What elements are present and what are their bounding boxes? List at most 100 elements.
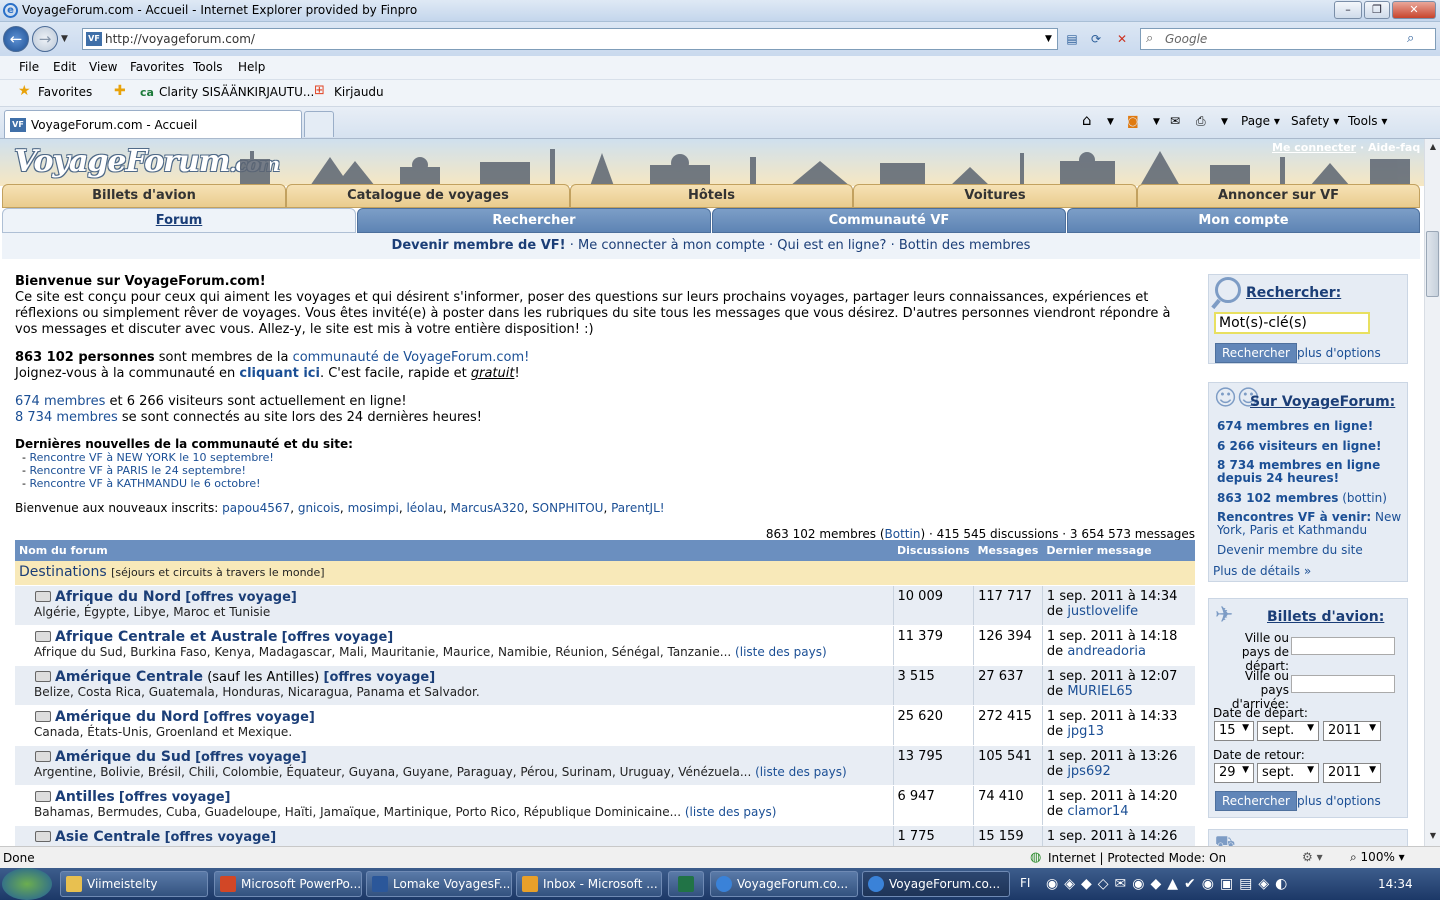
about-last24[interactable]: 8 734 membres en ligne depuis 24 heures! bbox=[1217, 459, 1397, 485]
menu-file[interactable]: File bbox=[19, 60, 39, 74]
feeds-dropdown-icon[interactable]: ▼ bbox=[1153, 117, 1160, 127]
system-tray-icons[interactable]: ◉◈◆◇✉◉◆▲✔◉▣▤◈◐ bbox=[1046, 876, 1293, 892]
back-button[interactable]: ← bbox=[3, 26, 29, 52]
arrival-city-input[interactable] bbox=[1291, 675, 1395, 693]
return-day-select[interactable]: 29 ▼ bbox=[1214, 763, 1254, 783]
about-meetups-label[interactable]: Rencontres VF à venir: bbox=[1217, 510, 1371, 524]
member-directory-link[interactable]: Bottin des membres bbox=[899, 238, 1031, 253]
taskbar-button-ie-2[interactable]: VoyageForum.co... bbox=[862, 871, 1010, 897]
language-indicator[interactable]: FI bbox=[1020, 876, 1030, 890]
nav-catalogue[interactable]: Catalogue de voyages bbox=[286, 184, 570, 208]
offers-link[interactable]: [offres voyage] bbox=[165, 830, 277, 845]
offers-link[interactable]: [offres voyage] bbox=[203, 710, 315, 725]
offers-link[interactable]: [offres voyage] bbox=[195, 750, 307, 765]
forum-link[interactable]: Amérique du Nord bbox=[55, 709, 199, 725]
taskbar-button-powerpoint[interactable]: Microsoft PowerPo... bbox=[214, 871, 362, 897]
last-message-date[interactable]: 1 sep. 2011 à 14:33 bbox=[1047, 709, 1177, 724]
login-account-link[interactable]: Me connecter à mon compte bbox=[578, 238, 765, 253]
menu-tools[interactable]: Tools bbox=[193, 60, 223, 74]
departure-month-select[interactable]: sept. ▼ bbox=[1257, 721, 1319, 741]
print-dropdown-icon[interactable]: ▼ bbox=[1221, 117, 1228, 127]
page-menu[interactable]: Page ▾ bbox=[1241, 114, 1280, 128]
last-message-user[interactable]: jpg13 bbox=[1067, 724, 1104, 739]
home-icon[interactable]: ⌂ bbox=[1082, 111, 1092, 129]
forum-link[interactable]: Amérique Centrale bbox=[55, 669, 203, 685]
last-message-date[interactable]: 1 sep. 2011 à 14:34 bbox=[1047, 589, 1177, 604]
vertical-scrollbar[interactable]: ▲ ▼ bbox=[1424, 139, 1440, 846]
nav-cars[interactable]: Voitures bbox=[853, 184, 1137, 208]
search-go-icon[interactable]: ⌕ bbox=[1407, 31, 1414, 46]
browser-tab-active[interactable]: VF VoyageForum.com - Accueil bbox=[4, 110, 302, 138]
about-more-details-link[interactable]: Plus de détails » bbox=[1213, 564, 1311, 578]
safety-menu[interactable]: Safety ▾ bbox=[1291, 114, 1339, 128]
zoom-control[interactable]: ⌕ 100% ▾ bbox=[1350, 850, 1405, 865]
forum-link[interactable]: Amérique du Sud bbox=[55, 749, 191, 765]
close-window-button[interactable]: ✕ bbox=[1392, 1, 1436, 19]
keyword-input[interactable]: Mot(s)-clé(s) bbox=[1214, 312, 1370, 334]
last-message-user[interactable]: justlovelife bbox=[1067, 604, 1138, 619]
flights-search-button[interactable]: Rechercher bbox=[1215, 791, 1297, 811]
nav-hotels[interactable]: Hôtels bbox=[570, 184, 853, 208]
tab-my-account[interactable]: Mon compte bbox=[1067, 208, 1420, 233]
address-bar[interactable]: VF http://voyageforum.com/ ▼ bbox=[82, 28, 1058, 50]
scroll-up-icon[interactable]: ▲ bbox=[1427, 142, 1439, 154]
nav-flights[interactable]: Billets d'avion bbox=[2, 184, 286, 208]
taskbar-button-outlook[interactable]: Inbox - Microsoft ... bbox=[516, 871, 662, 897]
menu-view[interactable]: View bbox=[89, 60, 117, 74]
new-member-link[interactable]: MarcusA320 bbox=[450, 501, 524, 515]
offers-link[interactable]: [offres voyage] bbox=[324, 670, 436, 685]
login-link[interactable]: Me connecter bbox=[1272, 141, 1356, 154]
new-member-link[interactable]: SONPHITOU bbox=[532, 501, 603, 515]
about-become-member-link[interactable]: Devenir membre du site bbox=[1217, 543, 1363, 557]
zone-text[interactable]: Internet | Protected Mode: On bbox=[1048, 851, 1226, 865]
menu-help[interactable]: Help bbox=[238, 60, 265, 74]
members-online-link[interactable]: 674 membres bbox=[15, 394, 105, 409]
taskbar-button-word[interactable]: Lomake VoyagesF... bbox=[366, 871, 512, 897]
maximize-button[interactable]: ❐ bbox=[1364, 1, 1390, 19]
stop-icon[interactable]: ✕ bbox=[1112, 29, 1132, 49]
menu-edit[interactable]: Edit bbox=[53, 60, 76, 74]
scroll-down-icon[interactable]: ▼ bbox=[1427, 831, 1439, 843]
new-member-link[interactable]: mosimpi bbox=[348, 501, 399, 515]
forum-link[interactable]: Afrique Centrale et Australe bbox=[55, 629, 277, 645]
taskbar-button-folder[interactable]: Viimeistelty bbox=[60, 871, 208, 897]
country-list-link[interactable]: (liste des pays) bbox=[755, 765, 847, 779]
country-list-link[interactable]: (liste des pays) bbox=[685, 805, 777, 819]
last-message-date[interactable]: 1 sep. 2011 à 14:20 bbox=[1047, 789, 1177, 804]
last-message-date[interactable]: 1 sep. 2011 à 14:18 bbox=[1047, 629, 1177, 644]
become-member-link[interactable]: Devenir membre de VF! bbox=[392, 238, 566, 253]
taskbar-button-excel[interactable] bbox=[668, 871, 704, 897]
help-link[interactable]: Aide-faq bbox=[1368, 141, 1420, 154]
who-online-link[interactable]: Qui est en ligne? bbox=[777, 238, 886, 253]
tab-forum[interactable]: Forum bbox=[2, 208, 356, 233]
departure-city-input[interactable] bbox=[1291, 637, 1395, 655]
home-dropdown-icon[interactable]: ▼ bbox=[1107, 117, 1114, 127]
read-mail-icon[interactable]: ✉ bbox=[1170, 114, 1180, 128]
news-item-paris[interactable]: Rencontre VF à PARIS le 24 septembre! bbox=[29, 464, 245, 477]
history-dropdown-icon[interactable]: ▼ bbox=[61, 34, 68, 44]
scrollbar-thumb[interactable] bbox=[1426, 231, 1439, 297]
tab-search[interactable]: Rechercher bbox=[357, 208, 711, 233]
minimize-button[interactable]: – bbox=[1334, 1, 1362, 19]
community-link[interactable]: communauté de VoyageForum.com! bbox=[293, 350, 530, 365]
stats-bottin-link[interactable]: Bottin bbox=[885, 527, 921, 541]
last-message-date[interactable]: 1 sep. 2011 à 13:26 bbox=[1047, 749, 1177, 764]
about-bottin-link[interactable]: (bottin) bbox=[1342, 491, 1387, 505]
start-button[interactable] bbox=[2, 868, 52, 900]
sidebar-search-more-link[interactable]: plus d'options bbox=[1297, 346, 1381, 360]
about-visitors[interactable]: 6 266 visiteurs en ligne! bbox=[1217, 439, 1381, 453]
members-24h-link[interactable]: 8 734 membres bbox=[15, 410, 118, 425]
favorite-link-kirjaudu[interactable]: Kirjaudu bbox=[334, 85, 384, 99]
last-message-user[interactable]: clamor14 bbox=[1067, 804, 1128, 819]
search-box[interactable]: ⌕ Google ⌕ bbox=[1140, 28, 1436, 50]
about-online[interactable]: 674 membres en ligne! bbox=[1217, 419, 1373, 433]
new-member-link[interactable]: gnicois bbox=[298, 501, 340, 515]
forum-link[interactable]: Afrique du Nord bbox=[55, 589, 181, 605]
nav-advertise[interactable]: Annoncer sur VF bbox=[1137, 184, 1420, 208]
last-message-user[interactable]: andreadoria bbox=[1067, 644, 1146, 659]
refresh-icon[interactable]: ⟳ bbox=[1086, 29, 1106, 49]
about-members[interactable]: 863 102 membres bbox=[1217, 491, 1338, 505]
return-year-select[interactable]: 2011 ▼ bbox=[1323, 763, 1381, 783]
news-item-kathmandu[interactable]: Rencontre VF à KATHMANDU le 6 octobre! bbox=[29, 477, 260, 490]
return-month-select[interactable]: sept. ▼ bbox=[1257, 763, 1319, 783]
